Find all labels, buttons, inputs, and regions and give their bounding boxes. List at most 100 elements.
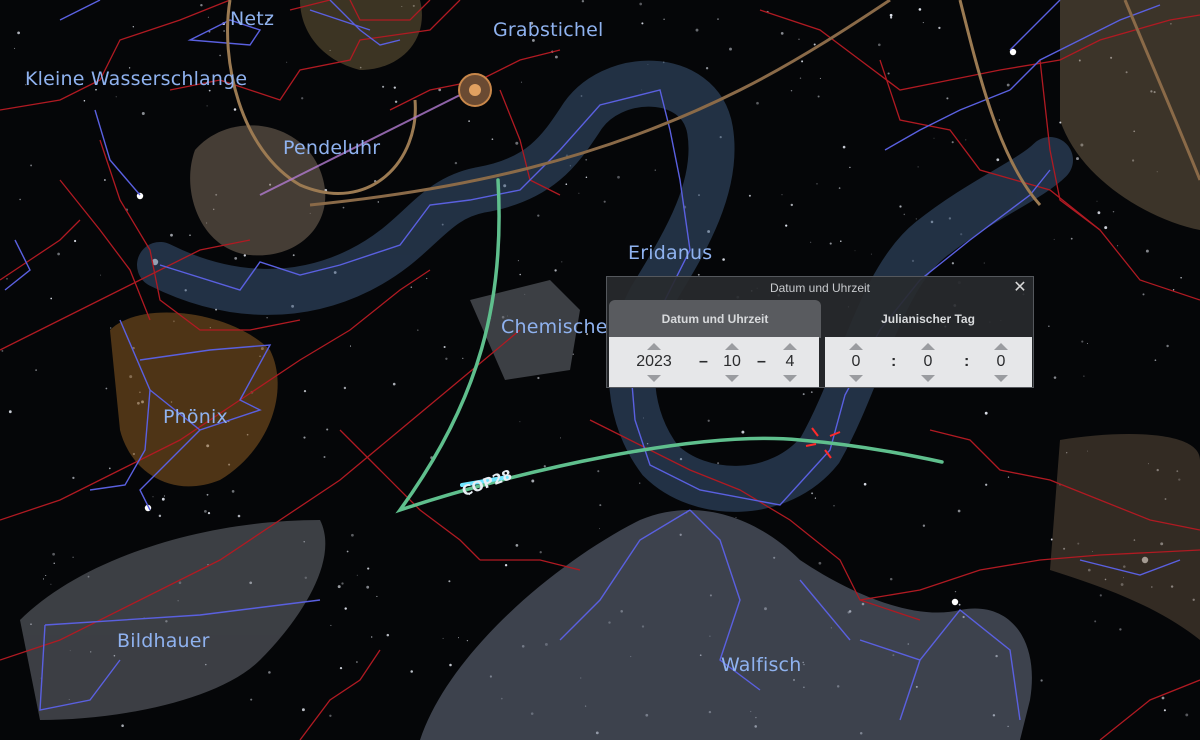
- star: [170, 233, 173, 237]
- spin-up-icon[interactable]: [725, 343, 739, 350]
- close-icon[interactable]: ✕: [1012, 278, 1028, 298]
- star: [957, 509, 961, 513]
- star: [342, 206, 345, 209]
- star: [539, 551, 542, 554]
- star: [152, 496, 154, 498]
- star: [1040, 679, 1043, 682]
- star: [597, 470, 600, 473]
- star: [83, 100, 86, 102]
- star: [189, 234, 191, 237]
- star: [1104, 226, 1108, 230]
- hour-value[interactable]: 0: [839, 353, 873, 371]
- star: [585, 158, 588, 161]
- star: [303, 389, 307, 393]
- label-phonix: Phönix: [163, 406, 228, 428]
- star: [811, 492, 814, 495]
- star: [234, 257, 238, 260]
- spin-up-icon[interactable]: [994, 343, 1008, 350]
- star: [6, 277, 8, 280]
- star: [458, 637, 460, 639]
- star: [339, 666, 343, 670]
- spin-down-icon[interactable]: [849, 375, 863, 382]
- tab-julian-day[interactable]: Julianischer Tag: [825, 300, 1031, 338]
- month-spinbox[interactable]: 10: [715, 337, 749, 387]
- spin-down-icon[interactable]: [647, 375, 661, 382]
- star: [303, 436, 306, 439]
- star: [394, 100, 398, 104]
- spin-down-icon[interactable]: [783, 375, 797, 382]
- star: [799, 77, 802, 79]
- star: [983, 262, 985, 264]
- star: [951, 262, 955, 265]
- star: [377, 201, 380, 203]
- spin-up-icon[interactable]: [921, 343, 935, 350]
- spin-down-icon[interactable]: [921, 375, 935, 382]
- star: [141, 112, 145, 115]
- star: [367, 567, 370, 570]
- minute-value[interactable]: 0: [911, 353, 945, 371]
- year-value[interactable]: 2023: [629, 353, 679, 371]
- star: [292, 254, 295, 257]
- month-value[interactable]: 10: [715, 353, 749, 371]
- second-value[interactable]: 0: [984, 353, 1018, 371]
- star: [110, 327, 112, 329]
- date-separator: –: [757, 353, 766, 370]
- star: [206, 105, 208, 107]
- bright-star: [951, 598, 959, 606]
- star: [617, 175, 620, 179]
- star: [1053, 238, 1055, 240]
- planet-icon[interactable]: [458, 73, 492, 107]
- star: [57, 252, 60, 256]
- hour-spinbox[interactable]: 0: [839, 337, 873, 387]
- star: [52, 552, 55, 556]
- label-walfisch: Walfisch: [721, 654, 802, 676]
- star: [392, 382, 396, 386]
- star: [954, 590, 957, 593]
- star: [100, 274, 102, 276]
- star: [1070, 237, 1073, 240]
- right-figures-art-2: [1050, 434, 1200, 640]
- star: [223, 30, 225, 32]
- star: [1154, 359, 1157, 362]
- spin-up-icon[interactable]: [647, 343, 661, 350]
- star: [410, 286, 413, 288]
- star: [1094, 620, 1097, 623]
- star: [1112, 210, 1115, 213]
- star: [1163, 709, 1166, 712]
- spin-up-icon[interactable]: [783, 343, 797, 350]
- star: [371, 636, 373, 638]
- star: [695, 28, 699, 32]
- star: [840, 240, 842, 242]
- star: [889, 13, 893, 17]
- star: [72, 556, 74, 558]
- star: [946, 97, 949, 100]
- star: [337, 585, 341, 589]
- star: [816, 183, 818, 185]
- star: [603, 200, 606, 203]
- tab-date-time[interactable]: Datum und Uhrzeit: [609, 300, 821, 338]
- label-pendeluhr: Pendeluhr: [283, 137, 381, 159]
- time-separator: :: [891, 353, 897, 370]
- star: [45, 574, 47, 577]
- second-spinbox[interactable]: 0: [984, 337, 1018, 387]
- star: [30, 164, 33, 167]
- star: [578, 192, 580, 194]
- star: [810, 391, 813, 393]
- minute-spinbox[interactable]: 0: [911, 337, 945, 387]
- date-separator: –: [699, 353, 708, 370]
- day-spinbox[interactable]: 4: [773, 337, 807, 387]
- year-spinbox[interactable]: 2023: [629, 337, 679, 387]
- star: [330, 624, 332, 626]
- star: [231, 490, 235, 493]
- star: [1185, 713, 1189, 717]
- spin-down-icon[interactable]: [994, 375, 1008, 382]
- star: [519, 421, 521, 423]
- star: [161, 497, 165, 501]
- star: [817, 95, 820, 98]
- star: [42, 578, 45, 580]
- spin-down-icon[interactable]: [725, 375, 739, 382]
- spin-up-icon[interactable]: [849, 343, 863, 350]
- star: [958, 603, 961, 606]
- star: [266, 317, 268, 319]
- day-value[interactable]: 4: [773, 353, 807, 371]
